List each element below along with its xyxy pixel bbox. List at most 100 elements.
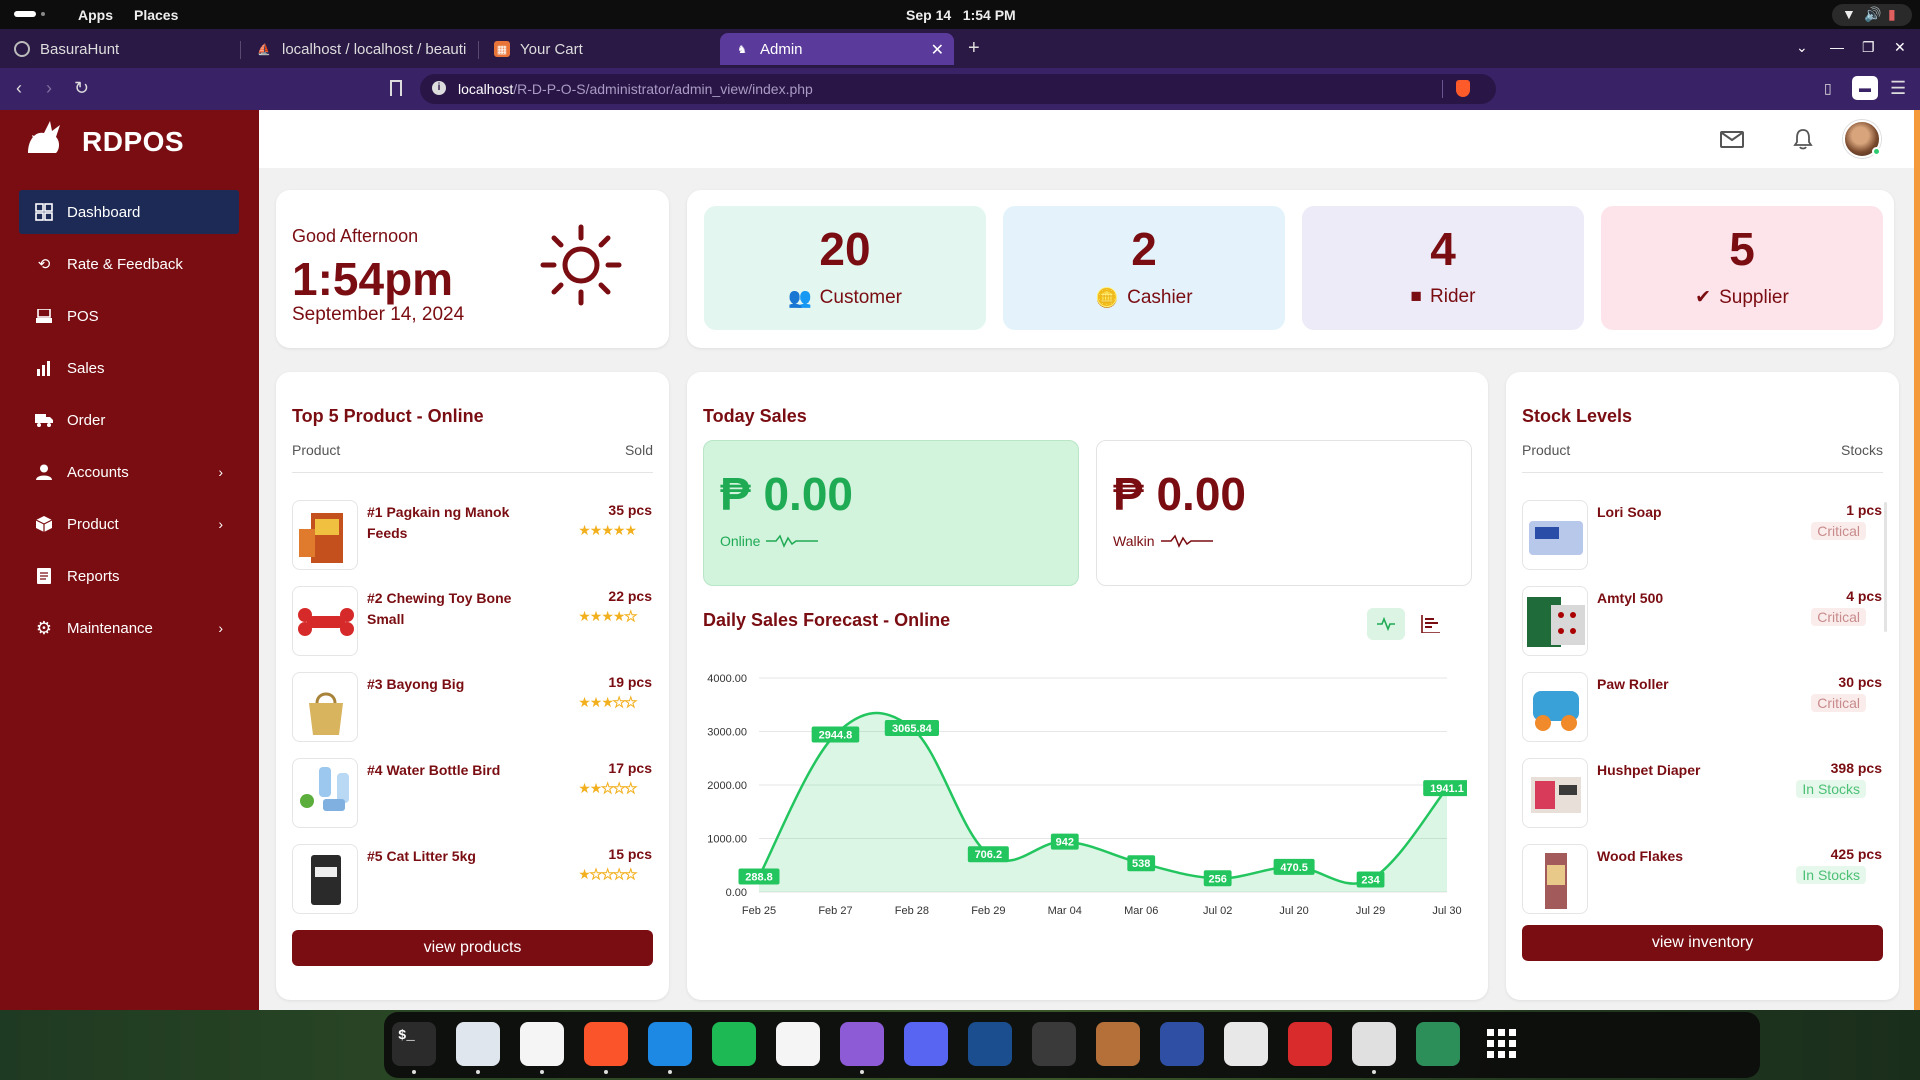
ide-icon[interactable] [1160, 1022, 1204, 1066]
tab-list-chevron-icon[interactable]: ⌄ [1796, 39, 1808, 56]
pdf-icon[interactable] [1288, 1022, 1332, 1066]
github-desktop-icon[interactable] [840, 1022, 884, 1066]
dashboard-icon [35, 203, 53, 221]
files-icon[interactable] [456, 1022, 500, 1066]
brave-shield-icon[interactable] [1456, 80, 1470, 97]
rdpos-logo [22, 117, 64, 167]
github-icon[interactable] [776, 1022, 820, 1066]
avatar[interactable] [1843, 120, 1881, 158]
bell-icon[interactable] [1793, 128, 1813, 155]
close-tab-icon[interactable]: ✕ [931, 40, 944, 60]
tab-admin[interactable]: ♞ Admin ✕ [720, 33, 954, 65]
wallet-icon[interactable]: ▬ [1852, 76, 1878, 100]
site-info-icon[interactable]: i [432, 81, 446, 95]
apps-menu[interactable]: Apps [78, 7, 113, 23]
running-indicator [604, 1070, 608, 1074]
stat-customer[interactable]: 20 👥 Customer [704, 206, 986, 330]
sidebar-item-maintenance[interactable]: ⚙ Maintenance › [19, 606, 239, 650]
new-tab-button[interactable]: + [968, 37, 980, 60]
sidebar-toggle-icon[interactable]: ▯ [1824, 80, 1832, 97]
cube-icon: ■ [1410, 286, 1423, 307]
column-header-stocks: Stocks [1840, 442, 1883, 458]
list-item[interactable]: #2 Chewing Toy Bone Small 22 pcs ★★★★★ [292, 586, 652, 656]
stat-rider[interactable]: 4 ■ Rider [1302, 206, 1584, 330]
user-icon [35, 463, 53, 481]
stat-label: Customer [819, 287, 903, 308]
product-name: #3 Bayong Big [367, 676, 465, 692]
menu-icon[interactable]: ☰ [1890, 78, 1906, 99]
vscode-icon[interactable] [648, 1022, 692, 1066]
page-scrollbar[interactable] [1914, 110, 1920, 1010]
settings-icon[interactable] [1352, 1022, 1396, 1066]
system-clock[interactable]: Sep 14 1:54 PM [906, 7, 1016, 23]
sidebar-item-dashboard[interactable]: Dashboard [19, 190, 239, 234]
stat-value: 20 [819, 223, 871, 275]
list-item[interactable]: Amtyl 500 4 pcs Critical [1522, 586, 1882, 656]
minimize-icon[interactable]: — [1830, 39, 1844, 55]
list-item[interactable]: Lori Soap 1 pcs Critical [1522, 500, 1882, 570]
data-label: 538 [1132, 858, 1150, 870]
data-label: 942 [1056, 837, 1074, 849]
list-item[interactable]: #5 Cat Litter 5kg 15 pcs ★★★★★ [292, 844, 652, 914]
x-tick-label: Feb 25 [742, 905, 776, 917]
phpmyadmin-icon: ⛵ [257, 43, 271, 56]
product-name: #4 Water Bottle Bird [367, 762, 501, 778]
tab-your-cart[interactable]: ▦ Your Cart [480, 33, 718, 65]
line-chart-toggle[interactable] [1367, 608, 1405, 640]
url-bar[interactable]: i localhost/R-D-P-O-S/administrator/admi… [420, 74, 1496, 104]
close-window-icon[interactable]: ✕ [1894, 39, 1906, 56]
y-tick-label: 0.00 [726, 887, 747, 899]
tab-basurahunt[interactable]: BasuraHunt [0, 33, 240, 65]
system-tray[interactable]: ▼ 🔊 ▮ [1832, 4, 1912, 26]
places-menu[interactable]: Places [134, 7, 178, 23]
sidebar-item-reports[interactable]: Reports [19, 554, 239, 598]
view-products-button[interactable]: view products [292, 930, 653, 966]
spotify-icon[interactable] [712, 1022, 756, 1066]
stat-cashier[interactable]: 2 🪙 Cashier [1003, 206, 1285, 330]
stat-value: 4 [1430, 223, 1456, 275]
list-item[interactable]: #1 Pagkain ng Manok Feeds 35 pcs ★★★★★ [292, 500, 652, 570]
reload-icon[interactable]: ↻ [74, 78, 89, 99]
activities-indicator[interactable] [14, 11, 45, 17]
back-icon[interactable]: ‹ [16, 78, 22, 99]
list-item[interactable]: Paw Roller 30 pcs Critical [1522, 672, 1882, 742]
sidebar-item-rate-feedback[interactable]: ⟲ Rate & Feedback [19, 242, 239, 286]
bar-chart-toggle[interactable] [1411, 608, 1449, 640]
stock-quantity: 425 pcs [1830, 846, 1882, 862]
discord-icon[interactable] [904, 1022, 948, 1066]
stat-label: Rider [1430, 286, 1476, 307]
sidebar-item-order[interactable]: Order [19, 398, 239, 442]
stock-list-scrollbar[interactable] [1884, 502, 1887, 632]
list-item[interactable]: Hushpet Diaper 398 pcs In Stocks [1522, 758, 1882, 828]
view-inventory-button[interactable]: view inventory [1522, 925, 1883, 961]
obs-icon[interactable] [1032, 1022, 1076, 1066]
maximize-icon[interactable]: ❐ [1862, 39, 1875, 56]
terminal-icon[interactable]: $_ [392, 1022, 436, 1066]
text-editor-icon[interactable] [520, 1022, 564, 1066]
inkscape-icon[interactable] [1224, 1022, 1268, 1066]
product-quantity: 19 pcs [608, 674, 652, 690]
monitor-icon[interactable] [1416, 1022, 1460, 1066]
brand[interactable]: RDPOS [22, 116, 184, 168]
brave-icon[interactable] [584, 1022, 628, 1066]
sidebar-item-label: Maintenance [67, 619, 153, 637]
game-icon[interactable] [1096, 1022, 1140, 1066]
forward-icon[interactable]: › [46, 78, 52, 99]
forecast-chart: 0.00 1000.00 2000.00 3000.00 4000.00 Feb 25 Fe… [707, 673, 1467, 917]
product-thumbnail [1522, 586, 1588, 656]
mail-icon[interactable] [1720, 131, 1744, 148]
stat-supplier[interactable]: 5 ✔ Supplier [1601, 206, 1883, 330]
list-item[interactable]: Wood Flakes 425 pcs In Stocks [1522, 844, 1882, 914]
section-title: Top 5 Product - Online [292, 406, 484, 426]
bookmark-icon[interactable] [390, 80, 402, 96]
tab-phpmyadmin[interactable]: ⛵ localhost / localhost / beauti [242, 33, 478, 65]
steam-icon[interactable] [968, 1022, 1012, 1066]
sidebar-item-accounts[interactable]: Accounts › [19, 450, 239, 494]
list-item[interactable]: #4 Water Bottle Bird 17 pcs ★★★★★ [292, 758, 652, 828]
data-label: 1941.1 [1430, 783, 1464, 795]
sidebar-item-product[interactable]: Product › [19, 502, 239, 546]
app-grid-icon[interactable] [1480, 1022, 1524, 1066]
sidebar-item-sales[interactable]: Sales [19, 346, 239, 390]
sidebar-item-pos[interactable]: POS [19, 294, 239, 338]
list-item[interactable]: #3 Bayong Big 19 pcs ★★★★★ [292, 672, 652, 742]
